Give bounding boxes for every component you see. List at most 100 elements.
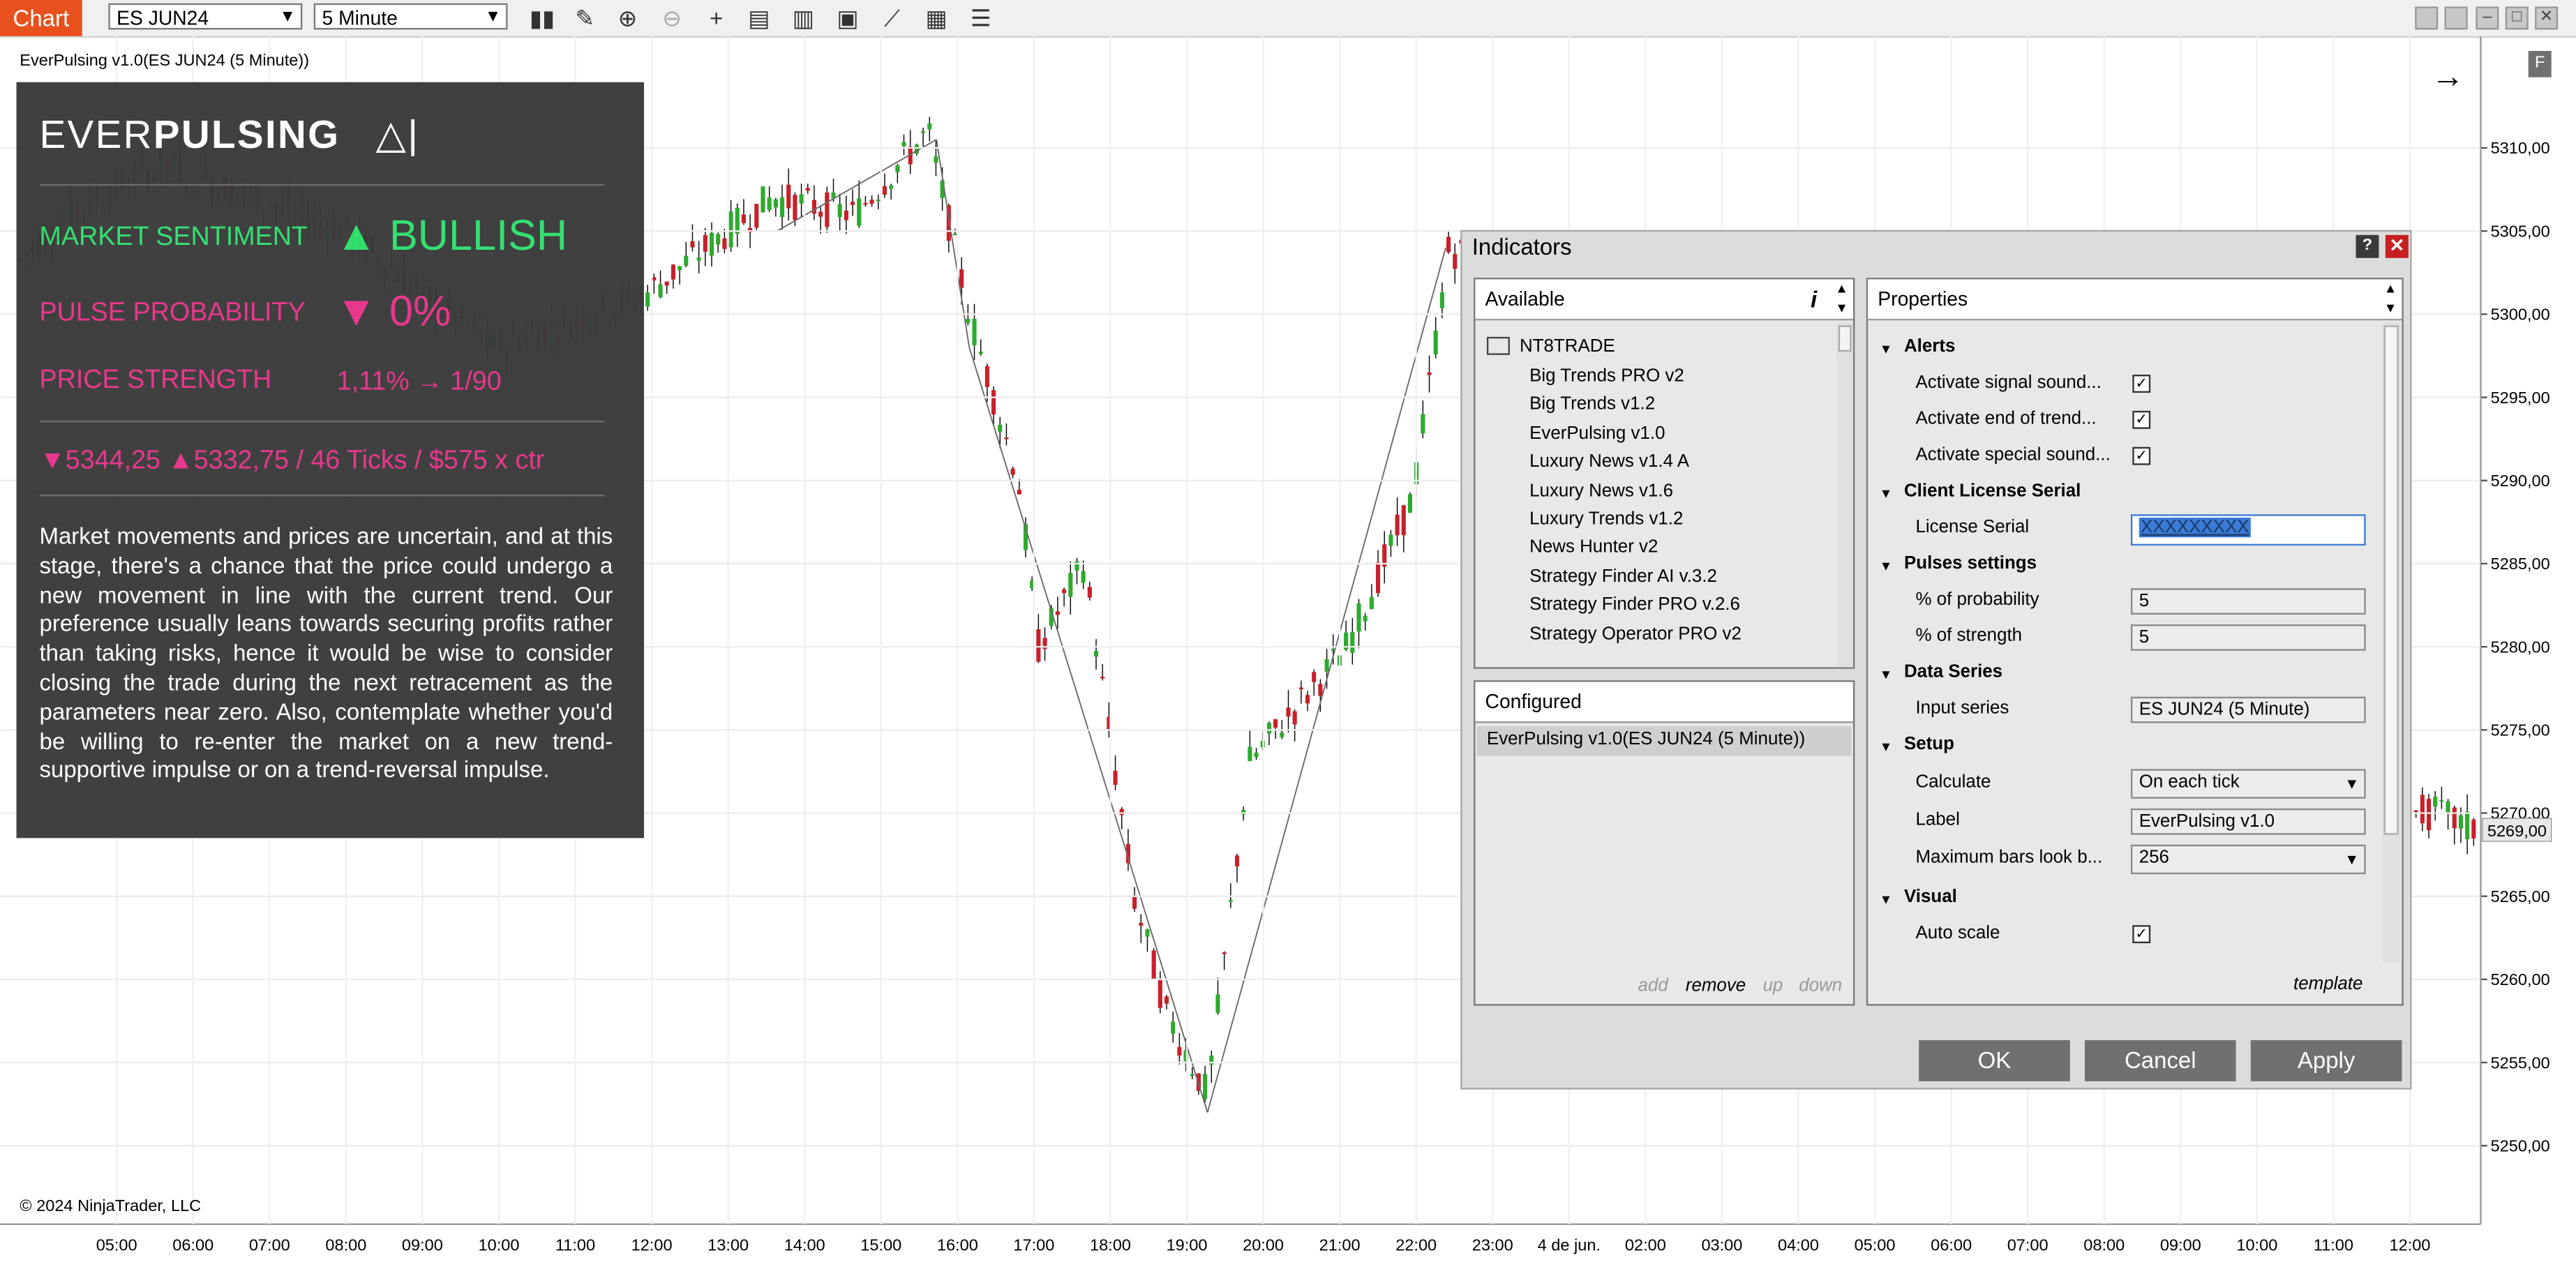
cancel-button[interactable]: Cancel — [2084, 1040, 2236, 1081]
tile-icon[interactable] — [2415, 6, 2439, 30]
license-serial-input[interactable]: XXXXXXXXX — [2130, 514, 2366, 546]
ok-button[interactable]: OK — [1919, 1040, 2070, 1081]
available-scrollbar[interactable] — [1836, 322, 1853, 668]
available-item[interactable]: Big Trends v1.2 — [1529, 395, 1655, 414]
candle-body — [1215, 994, 1220, 1013]
collapse-triangle-icon[interactable]: ▼ — [1880, 892, 1893, 907]
logo-bold: PULSING — [153, 113, 340, 158]
candle-body — [799, 194, 804, 204]
close-icon[interactable]: ✕ — [2385, 234, 2409, 258]
max-bars-select[interactable]: 256 ▼ — [2130, 844, 2366, 875]
candle-body — [966, 319, 971, 324]
minimize-icon[interactable]: – — [2476, 6, 2499, 30]
collapse-triangle-icon[interactable]: ▼ — [1880, 667, 1893, 682]
candle-body — [1266, 723, 1271, 734]
x-tick-label: 12:00 — [631, 1236, 673, 1254]
apply-button[interactable]: Apply — [2250, 1040, 2402, 1081]
zoom-out-icon[interactable]: ⊖ — [657, 3, 687, 33]
ninjatrader-chart-window: Chart ES JUN24 ▼ 5 Minute ▼ ▮▮ ✎ ⊕ ⊖ + ▤… — [0, 0, 2576, 1262]
collapse-triangle-icon[interactable]: ▼ — [1880, 559, 1893, 573]
chart-tab[interactable]: Chart — [0, 0, 82, 36]
data-box-icon[interactable]: ▤ — [744, 3, 774, 33]
label-input[interactable]: EverPulsing v1.0 — [2130, 808, 2366, 835]
candle-body — [773, 199, 778, 208]
available-item[interactable]: News Hunter v2 — [1529, 538, 1658, 557]
up-link[interactable]: up — [1762, 976, 1783, 996]
f-button[interactable]: F — [2528, 51, 2552, 77]
add-link[interactable]: add — [1638, 976, 1668, 996]
candle-body — [1036, 629, 1041, 662]
candle-body — [1190, 1074, 1195, 1076]
crosshair-icon[interactable]: + — [701, 3, 731, 33]
folder-icon — [1486, 336, 1510, 355]
available-item[interactable]: Strategy Operator PRO v2 — [1529, 624, 1742, 643]
close-icon[interactable]: ✕ — [2535, 6, 2559, 30]
strength-input[interactable]: 5 — [2130, 624, 2366, 651]
candle-body — [2420, 795, 2425, 824]
candle-body — [972, 318, 977, 345]
templates-icon[interactable]: ▦ — [922, 3, 951, 33]
available-item[interactable]: Luxury News v1.4 A — [1529, 452, 1689, 472]
y-tick-label: 5295,00 — [2491, 389, 2550, 407]
remove-link[interactable]: remove — [1686, 976, 1746, 996]
info-icon[interactable]: i — [1811, 279, 1817, 319]
instrument-value: ES JUN24 — [117, 6, 209, 30]
pencil-icon[interactable]: ✎ — [570, 3, 599, 33]
available-item[interactable]: Strategy Finder PRO v.2.6 — [1529, 595, 1740, 615]
candle-body — [1222, 952, 1227, 954]
properties-scrollbar[interactable] — [2382, 322, 2401, 963]
strategies-icon[interactable]: ▣ — [833, 3, 862, 33]
help-icon[interactable]: ? — [2356, 234, 2379, 258]
current-price-marker: 5269,00 — [2482, 818, 2552, 842]
candle-body — [2446, 801, 2450, 814]
scroll-arrows-icon[interactable]: ▲ ▼ — [1835, 279, 1848, 319]
signal-sound-checkbox[interactable]: ✓ — [2132, 375, 2151, 393]
candle-body — [952, 233, 958, 236]
scrollbar-thumb[interactable] — [1838, 325, 1852, 352]
candle-body — [2471, 819, 2476, 839]
zoom-in-icon[interactable]: ⊕ — [613, 3, 642, 33]
tile-icon[interactable] — [2444, 6, 2468, 30]
available-item[interactable]: EverPulsing v1.0 — [1529, 423, 1665, 443]
scroll-arrows-icon[interactable]: ▲ ▼ — [2384, 279, 2397, 319]
available-item[interactable]: Strategy Finder AI v.3.2 — [1529, 566, 1717, 586]
menu-icon[interactable]: ☰ — [966, 3, 996, 33]
probability-input[interactable]: 5 — [2130, 588, 2366, 615]
candle-body — [779, 197, 785, 218]
collapse-triangle-icon[interactable]: ▼ — [1880, 486, 1893, 501]
prop-max-bars: Maximum bars look b... — [1915, 848, 2103, 868]
zigzag-segment — [1206, 247, 1446, 1113]
collapse-triangle-icon[interactable]: ▼ — [1880, 739, 1893, 754]
calculate-select[interactable]: On each tick ▼ — [2130, 769, 2366, 799]
zigzag-lines — [777, 139, 1446, 1113]
input-series-field[interactable]: ES JUN24 (5 Minute) — [2130, 696, 2366, 723]
available-item[interactable]: Big Trends PRO v2 — [1529, 366, 1684, 386]
collapse-triangle-icon[interactable]: ▼ — [1880, 342, 1893, 356]
x-tick-label: 22:00 — [1395, 1236, 1437, 1254]
scrollbar-thumb[interactable] — [2383, 325, 2399, 835]
candle-body — [754, 204, 759, 228]
drawing-tools-icon[interactable]: ⟋ — [877, 3, 906, 33]
bars-icon[interactable]: ▮▮ — [527, 3, 557, 33]
down-link[interactable]: down — [1799, 976, 1842, 996]
arrow-right-icon[interactable]: → — [2432, 59, 2464, 97]
candle-body — [978, 352, 983, 354]
auto-scale-checkbox[interactable]: ✓ — [2132, 925, 2151, 944]
end-trend-checkbox[interactable]: ✓ — [2132, 410, 2151, 429]
candle-body — [1446, 236, 1451, 253]
interval-selector[interactable]: 5 Minute ▼ — [313, 3, 508, 30]
folder-label[interactable]: NT8TRADE — [1520, 337, 1615, 356]
configured-item[interactable]: EverPulsing v1.0(ES JUN24 (5 Minute)) — [1476, 726, 1852, 756]
instrument-selector[interactable]: ES JUN24 ▼ — [108, 3, 303, 30]
template-link[interactable]: template — [2293, 975, 2362, 994]
candle-body — [761, 186, 765, 213]
configured-header-label: Configured — [1485, 690, 1582, 714]
license-serial-value: XXXXXXXXX — [2139, 517, 2251, 538]
available-item[interactable]: Luxury News v1.6 — [1529, 481, 1673, 500]
available-item[interactable]: Luxury Trends v1.2 — [1529, 509, 1683, 529]
special-sound-checkbox[interactable]: ✓ — [2132, 446, 2151, 465]
maximize-icon[interactable]: □ — [2505, 6, 2529, 30]
candle-body — [1081, 571, 1086, 583]
properties-icon[interactable]: ▥ — [788, 3, 818, 33]
candle-body — [728, 211, 733, 248]
